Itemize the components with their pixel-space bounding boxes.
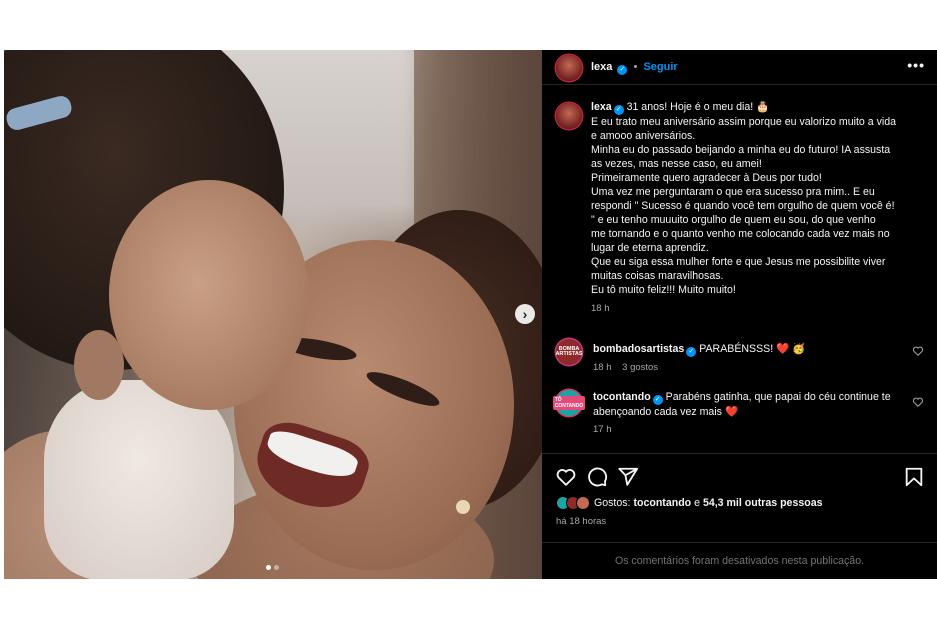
comment-message: PARABÉNSSS!	[699, 343, 774, 355]
carousel-next-button[interactable]: ›	[515, 304, 535, 324]
heart-icon[interactable]	[912, 396, 924, 408]
follow-button[interactable]: Seguir	[643, 61, 677, 73]
caption-line: Eu tô muito feliz!!! Muito muito!	[591, 284, 736, 296]
comment-emoji: ❤️ 🥳	[776, 343, 806, 355]
avatar-logo-text: BOMBA ARTISTAS	[555, 345, 583, 357]
caption-line: respondi " Sucesso é quando você tem org…	[591, 200, 895, 212]
caption-line: muitas coisas maravilhosas.	[591, 270, 724, 282]
comment-message: abençoando cada vez mais	[593, 406, 722, 418]
commenter-username[interactable]: bombadosartistas	[593, 343, 684, 355]
liker-avatars[interactable]	[556, 496, 590, 510]
caption-timestamp[interactable]: 18 h	[591, 303, 926, 314]
photo-earring	[456, 500, 470, 514]
caption-line: E eu trato meu aniversário assim porque …	[591, 116, 897, 128]
likes-others-link[interactable]: 54,3 mil outras pessoas	[703, 497, 823, 509]
comment: BOMBA ARTISTAS bombadosartistas ✓ PARABÉN…	[555, 339, 926, 373]
caption-line: 31 anos! Hoje é o meu dia! 🎂	[626, 101, 770, 113]
post-actions	[542, 453, 937, 493]
verified-icon: ✓	[613, 105, 624, 115]
likes-prefix: Gostos:	[594, 497, 631, 509]
comment-timestamp[interactable]: 18 h	[593, 362, 612, 373]
caption-line: me tornando e o quanto venho me colocand…	[591, 228, 890, 240]
post-side-panel: lexa ✓ • Seguir ••• lexa ✓ 31 anos! Hoje …	[542, 50, 937, 579]
comment-icon[interactable]	[586, 466, 608, 488]
comments-disabled-notice: Os comentários foram desativados nesta p…	[542, 542, 937, 579]
comment-meta: 18 h 3 gostos	[593, 362, 926, 373]
verified-icon: ✓	[652, 395, 663, 405]
likes-user-link[interactable]: tocontando	[633, 497, 691, 509]
comment-message: Parabéns gatinha, que papai do céu conti…	[665, 391, 891, 403]
comment-likes[interactable]: 3 gostos	[622, 362, 658, 373]
liker-avatar	[576, 496, 590, 510]
caption-line: Primeiramente quero agradecer à Deus por…	[591, 172, 822, 184]
carousel-dots	[266, 565, 279, 570]
caption-line: " e eu tenho muuuito orgulho de quem eu …	[591, 214, 876, 226]
heart-icon[interactable]	[912, 345, 924, 357]
comment-timestamp[interactable]: 17 h	[593, 424, 612, 435]
commenter-avatar[interactable]: TÔ CONTANDO	[552, 390, 586, 416]
post-photo[interactable]: ›	[4, 50, 542, 579]
caption-line: e amooo aniversários.	[591, 130, 696, 142]
header-user-line: lexa ✓ • Seguir	[591, 61, 678, 75]
photo-child-ear	[74, 330, 124, 400]
comment-emoji: ❤️	[724, 406, 739, 418]
comment-text: tocontando ✓ Parabéns gatinha, que papai …	[593, 390, 926, 419]
caption-line: Uma vez me perguntaram o que era sucesso…	[591, 186, 875, 198]
share-icon[interactable]	[617, 466, 639, 488]
author-username[interactable]: lexa	[591, 61, 612, 73]
caption-line: lugar de eterna aprendiz.	[591, 242, 709, 254]
separator-dot: •	[633, 61, 638, 73]
comment: TÔ CONTANDO tocontando ✓ Parabéns gatinha…	[552, 390, 926, 435]
caption-line: as vezes, mas nesse caso, eu amei!	[591, 158, 762, 170]
commenter-username[interactable]: tocontando	[593, 391, 651, 403]
instagram-post: › lexa ✓ • Seguir ••• lexa ✓ 31 anos! Hoj…	[4, 50, 937, 579]
caption-username[interactable]: lexa	[591, 101, 612, 113]
post-header: lexa ✓ • Seguir •••	[542, 50, 937, 85]
caption-text: lexa ✓ 31 anos! Hoje é o meu dia! 🎂 E eu …	[591, 100, 926, 297]
post-caption: lexa ✓ 31 anos! Hoje é o meu dia! 🎂 E eu …	[556, 100, 926, 314]
likes-text: Gostos: tocontando e 54,3 mil outras pes…	[594, 497, 823, 509]
caption-author-avatar[interactable]	[556, 103, 582, 129]
avatar-logo-text: TÔ CONTANDO	[552, 396, 586, 410]
more-icon[interactable]: •••	[907, 57, 925, 73]
verified-icon: ✓	[617, 65, 628, 75]
heart-icon[interactable]	[555, 466, 577, 488]
likes-summary: Gostos: tocontando e 54,3 mil outras pes…	[556, 496, 823, 510]
verified-icon: ✓	[686, 347, 697, 357]
caption-line: Que eu siga essa mulher forte e que Jesu…	[591, 256, 886, 268]
post-timestamp[interactable]: há 18 horas	[556, 516, 606, 527]
comment-meta: 17 h	[593, 424, 926, 435]
likes-connector: e	[694, 497, 700, 509]
bookmark-icon[interactable]	[903, 466, 925, 488]
carousel-dot-active[interactable]	[266, 565, 271, 570]
carousel-dot[interactable]	[274, 565, 279, 570]
comment-text: bombadosartistas ✓ PARABÉNSSS! ❤️ 🥳	[593, 339, 926, 357]
photo-child-face	[109, 180, 309, 410]
author-avatar[interactable]	[556, 55, 582, 81]
caption-line: Minha eu do passado beijando a minha eu …	[591, 144, 891, 156]
commenter-avatar[interactable]: BOMBA ARTISTAS	[555, 339, 583, 365]
chevron-right-icon: ›	[522, 306, 528, 322]
